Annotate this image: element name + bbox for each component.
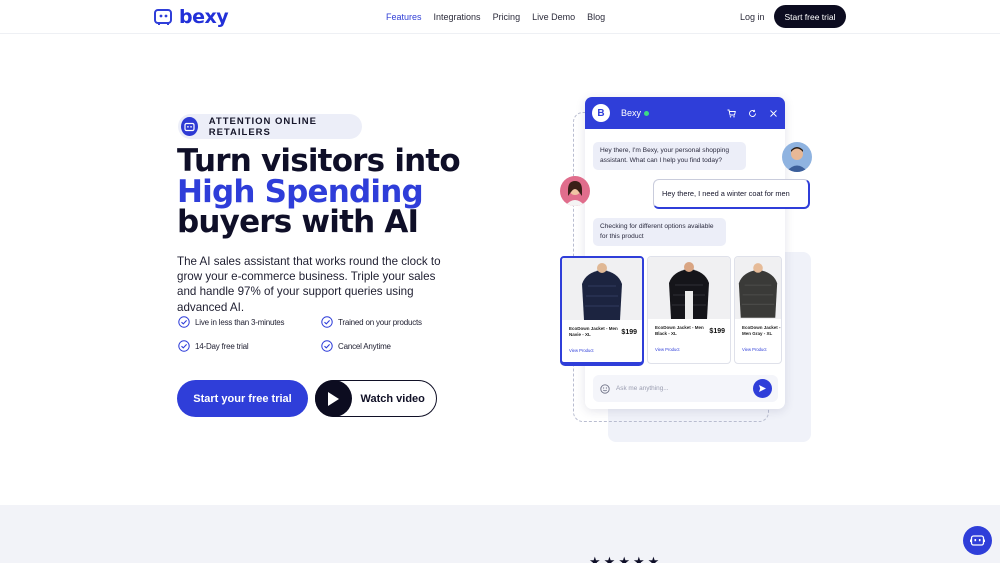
product-name: EcoDown Jacket - Men Gray - XL — [742, 325, 781, 336]
headline-line-1: Turn visitors into — [177, 143, 461, 179]
product-name: EcoDown Jacket - Men Black - XL — [655, 325, 704, 336]
star-icon: ★ — [618, 554, 630, 563]
nav-link-blog[interactable]: Blog — [587, 12, 605, 22]
send-icon — [759, 385, 766, 392]
start-your-free-trial-button[interactable]: Start your free trial — [177, 380, 308, 417]
feature-item: Trained on your products — [321, 316, 422, 328]
star-icon: ★ — [632, 554, 645, 563]
product-price: $199 — [709, 328, 725, 335]
chat-header-actions — [727, 109, 778, 118]
product-carousel: EcoDown Jacket - Men Navie - XL $199 Vie… — [560, 256, 782, 364]
check-circle-icon — [178, 340, 190, 352]
rating-stars: ★ ★ ★ ★ ★ — [589, 555, 659, 563]
bot-greeting-bubble: Hey there, I'm Bexy, your personal shopp… — [593, 142, 746, 170]
chat-input-placeholder: Ask me anything... — [616, 385, 669, 392]
feature-label: Trained on your products — [338, 317, 422, 327]
nav-link-live-demo[interactable]: Live Demo — [532, 12, 575, 22]
product-image — [735, 257, 781, 319]
star-icon: ★ — [603, 554, 616, 563]
bexy-logo-icon — [154, 9, 172, 25]
product-card[interactable]: EcoDown Jacket - Men Gray - XL View Prod… — [734, 256, 782, 364]
play-icon — [314, 380, 352, 417]
feature-label: Cancel Anytime — [338, 341, 391, 351]
bexy-logo[interactable]: bexy — [153, 6, 229, 28]
check-circle-icon — [321, 340, 333, 352]
check-circle-icon — [178, 316, 190, 328]
bot-name: Bexy — [621, 108, 642, 118]
nav-link-features[interactable]: Features — [386, 12, 422, 22]
chat-bot-icon — [970, 535, 985, 546]
send-button[interactable] — [753, 379, 772, 398]
social-proof-section — [0, 505, 1000, 563]
nav-link-integrations[interactable]: Integrations — [434, 12, 481, 22]
top-navigation: bexy Features Integrations Pricing Live … — [0, 0, 1000, 34]
feature-label: Live in less than 3-minutes — [195, 317, 285, 327]
feature-item: Live in less than 3-minutes — [178, 316, 285, 328]
product-card[interactable]: EcoDown Jacket - Men Navie - XL $199 Vie… — [560, 256, 644, 364]
star-icon: ★ — [647, 554, 660, 563]
nav-links: Features Integrations Pricing Live Demo … — [386, 12, 605, 22]
audience-badge: ATTENTION ONLINE RETAILERS — [178, 114, 362, 139]
feature-item: Cancel Anytime — [321, 340, 391, 352]
headline-highlight: High Spending — [177, 173, 424, 210]
emoji-icon[interactable] — [600, 383, 610, 394]
bot-status-bubble: Checking for different options available… — [593, 218, 726, 246]
chat-header: B Bexy — [585, 97, 785, 129]
chat-input[interactable]: Ask me anything... — [593, 375, 778, 402]
watch-video-button[interactable]: Watch video — [314, 380, 437, 417]
brand-name: bexy — [179, 6, 229, 28]
feature-label: 14-Day free trial — [195, 341, 249, 351]
chat-launcher-button[interactable] — [963, 526, 992, 555]
product-card[interactable]: EcoDown Jacket - Men Black - XL $199 Vie… — [647, 256, 731, 364]
watch-video-label: Watch video — [360, 392, 425, 405]
refresh-icon[interactable] — [748, 109, 757, 118]
product-price: $199 — [621, 329, 637, 336]
hero-description: The AI sales assistant that works round … — [177, 255, 441, 314]
product-name: EcoDown Jacket - Men Navie - XL — [569, 326, 618, 337]
cart-icon[interactable] — [727, 109, 736, 118]
hero-headline: Turn visitors into High Spending buyers … — [177, 143, 461, 240]
view-product-link[interactable]: View Product — [742, 347, 767, 352]
online-indicator — [644, 110, 650, 116]
feature-item: 14-Day free trial — [178, 340, 249, 352]
product-image — [562, 258, 642, 320]
nav-link-pricing[interactable]: Pricing — [493, 12, 521, 22]
check-circle-icon — [321, 316, 333, 328]
user-message-bubble: Hey there, I need a winter coat for men — [653, 179, 810, 209]
start-free-trial-button[interactable]: Start free trial — [774, 5, 846, 28]
bot-persona-avatar — [560, 176, 590, 206]
bot-avatar: B — [592, 104, 610, 122]
user-avatar — [782, 142, 812, 172]
close-icon[interactable] — [769, 109, 778, 118]
view-product-link[interactable]: View Product — [655, 347, 680, 352]
star-icon: ★ — [589, 554, 601, 563]
product-image — [648, 257, 730, 319]
badge-label: ATTENTION ONLINE RETAILERS — [208, 115, 317, 138]
view-product-link[interactable]: View Product — [569, 348, 594, 353]
robot-icon — [181, 117, 198, 136]
login-link[interactable]: Log in — [740, 12, 765, 22]
headline-line-3: buyers with AI — [177, 204, 419, 240]
